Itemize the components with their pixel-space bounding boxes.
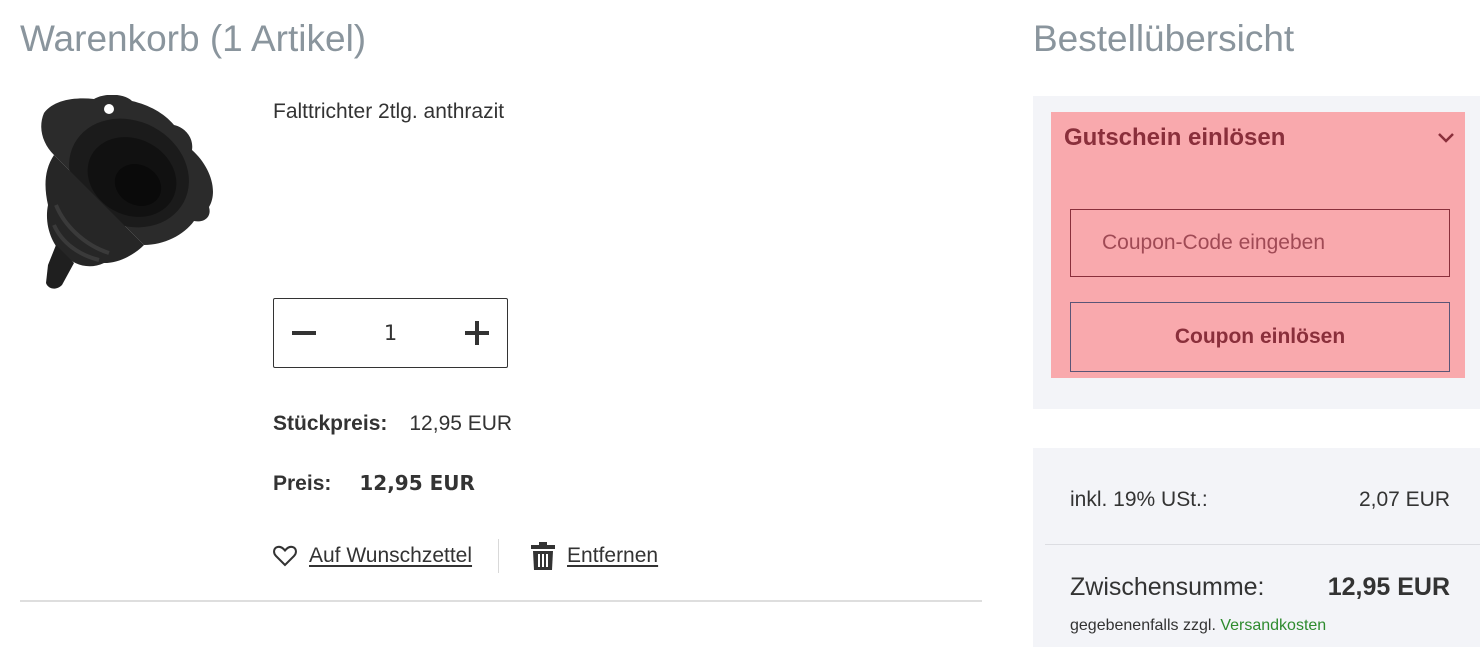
coupon-code-input[interactable] — [1070, 209, 1450, 277]
subtotal-value: 12,95 EUR — [1327, 573, 1450, 601]
decrease-quantity-button[interactable] — [274, 299, 334, 367]
item-actions: Auf Wunschzettel Entfernen — [273, 538, 658, 574]
coupon-section: Gutschein einlösen Coupon einlösen — [1051, 112, 1465, 378]
wishlist-label: Auf Wunschzettel — [309, 544, 473, 567]
actions-divider — [498, 539, 500, 573]
remove-label: Entfernen — [567, 544, 659, 567]
add-to-wishlist-link[interactable]: Auf Wunschzettel — [273, 544, 472, 568]
product-image[interactable] — [34, 94, 216, 295]
cart-title: Warenkorb (1 Artikel) — [20, 18, 367, 59]
coupon-panel: Gutschein einlösen Coupon einlösen — [1033, 96, 1480, 409]
trash-icon — [531, 542, 556, 570]
price-row: Preis: 12,95 EUR — [273, 471, 475, 496]
totals-panel: inkl. 19% USt.: 2,07 EUR Zwischensumme: … — [1033, 448, 1480, 647]
shipping-note: gegebenenfalls zzgl. Versandkosten — [1070, 617, 1326, 635]
quantity-value[interactable]: 1 — [334, 321, 447, 345]
coupon-toggle[interactable]: Gutschein einlösen — [1064, 120, 1455, 156]
coupon-title: Gutschein einlösen — [1064, 124, 1286, 151]
quantity-stepper: 1 — [273, 298, 508, 368]
heart-icon — [273, 545, 297, 567]
shipping-note-text: gegebenenfalls zzgl. — [1070, 617, 1216, 634]
tax-value: 2,07 EUR — [1358, 488, 1450, 511]
cart-page: Warenkorb (1 Artikel) Falttrichter 2tlg.… — [0, 0, 1480, 647]
price-value: 12,95 EUR — [359, 471, 475, 495]
funnel-image — [41, 94, 213, 289]
cart-divider — [20, 600, 982, 602]
increase-quantity-button[interactable] — [447, 299, 507, 367]
subtotal-row: Zwischensumme: 12,95 EUR — [1070, 573, 1450, 602]
tax-label: inkl. 19% USt.: — [1070, 488, 1208, 511]
unit-price-label: Stückpreis: — [273, 412, 388, 435]
totals-divider — [1045, 544, 1480, 545]
subtotal-label: Zwischensumme: — [1070, 573, 1265, 601]
remove-item-link[interactable]: Entfernen — [531, 542, 658, 570]
tax-row: inkl. 19% USt.: 2,07 EUR — [1070, 488, 1450, 512]
minus-icon — [292, 331, 316, 335]
chevron-down-icon — [1438, 133, 1454, 143]
summary-title: Bestellübersicht — [1033, 18, 1295, 59]
product-name[interactable]: Falttrichter 2tlg. anthrazit — [273, 100, 504, 124]
plus-icon — [465, 321, 489, 345]
shipping-costs-link[interactable]: Versandkosten — [1220, 617, 1326, 634]
unit-price-row: Stückpreis: 12,95 EUR — [273, 412, 512, 436]
unit-price-value: 12,95 EUR — [409, 412, 513, 435]
redeem-coupon-button[interactable]: Coupon einlösen — [1070, 302, 1450, 372]
price-label: Preis: — [273, 472, 332, 495]
